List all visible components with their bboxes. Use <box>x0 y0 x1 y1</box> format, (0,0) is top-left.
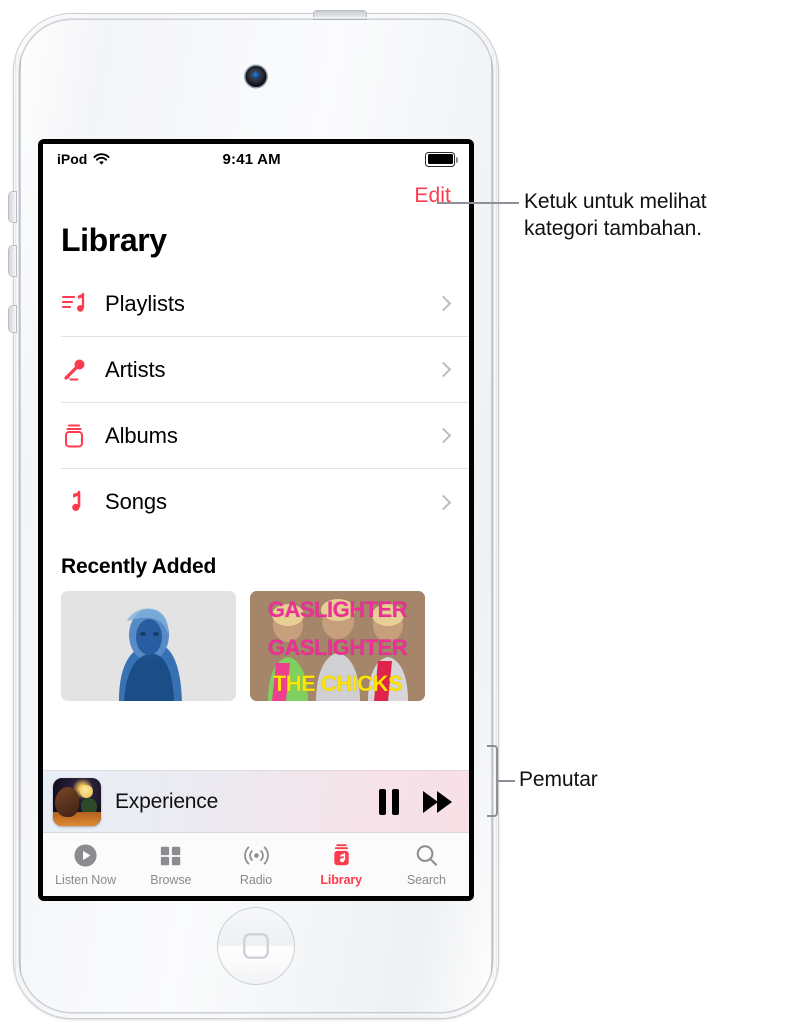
album-line-3: THE CHICKS <box>272 671 403 697</box>
player-callout-bracket <box>487 745 498 817</box>
music-note-icon <box>61 489 105 515</box>
volume-up-button[interactable] <box>9 192 16 222</box>
microphone-icon <box>61 357 105 383</box>
volume-down-button[interactable] <box>9 246 16 276</box>
status-right <box>393 151 458 167</box>
battery-full-icon <box>425 151 458 167</box>
status-time: 9:41 AM <box>222 150 281 168</box>
play-circle-icon <box>73 842 98 868</box>
library-label: Playlists <box>105 290 185 316</box>
now-playing-title: Experience <box>115 789 219 813</box>
page-title: Library <box>61 222 167 258</box>
recently-added-row: GASLIGHTER GASLIGHTER THE CHICKS <box>43 591 469 701</box>
blue-portrait-album-art[interactable] <box>61 591 236 701</box>
front-camera <box>245 66 267 87</box>
power-button[interactable] <box>314 11 366 19</box>
edit-row: Edit <box>43 174 469 208</box>
gaslighter-album-art[interactable]: GASLIGHTER GASLIGHTER THE CHICKS <box>250 591 425 701</box>
chevron-right-icon <box>435 295 452 312</box>
tab-browse[interactable]: Browse <box>128 842 213 887</box>
library-row-playlists[interactable]: Playlists <box>61 271 469 337</box>
library-icon <box>329 842 354 868</box>
chevron-right-icon <box>435 494 452 510</box>
carrier-label: iPod <box>57 151 88 167</box>
tab-label: Search <box>406 873 446 887</box>
tab-search[interactable]: Search <box>384 842 469 887</box>
library-label: Albums <box>105 422 178 448</box>
tab-label: Listen Now <box>55 873 117 887</box>
library-label: Artists <box>105 356 166 382</box>
library-row-artists[interactable]: Artists <box>61 337 469 403</box>
edit-callout-text: Ketuk untuk melihat kategori tambahan. <box>524 188 707 243</box>
now-playing-controls <box>379 788 453 815</box>
tab-radio[interactable]: Radio <box>213 842 298 887</box>
library-label: Songs <box>105 489 167 514</box>
tab-library[interactable]: Library <box>299 842 384 887</box>
recently-added-title: Recently Added <box>61 555 217 578</box>
tab-listen-now[interactable]: Listen Now <box>43 842 128 887</box>
library-row-albums[interactable]: Albums <box>61 403 469 469</box>
status-bar: iPod 9:41 AM <box>43 144 469 174</box>
edit-callout-line-1: Ketuk untuk melihat <box>524 190 707 213</box>
pause-icon[interactable] <box>379 788 399 815</box>
wifi-icon <box>93 152 110 166</box>
screenshot-root: iPod 9:41 AM Edit Library Playlists Arti… <box>0 0 798 1032</box>
status-left: iPod <box>57 151 110 167</box>
edit-callout-leader <box>437 202 519 204</box>
search-icon <box>414 842 439 868</box>
screen-content: Edit Library Playlists Artists Albums So… <box>43 174 469 832</box>
moon-shape <box>80 784 93 798</box>
library-row-songs[interactable]: Songs <box>61 469 469 535</box>
album-stack-icon <box>61 423 105 449</box>
side-button[interactable] <box>9 306 16 332</box>
playlist-note-icon <box>61 291 105 317</box>
night-moon-album-art <box>53 777 101 826</box>
tab-label: Browse <box>150 873 192 887</box>
chevron-right-icon <box>435 427 452 444</box>
edit-callout-line-2: kategori tambahan. <box>524 217 702 241</box>
album-line-1: GASLIGHTER <box>267 597 408 623</box>
album-line-2: GASLIGHTER <box>267 635 408 661</box>
now-playing-bar[interactable]: Experience <box>43 770 469 832</box>
player-callout-text: Pemutar <box>519 768 598 791</box>
figure-shape <box>55 786 79 817</box>
grid-squares-icon <box>159 842 183 868</box>
tab-label: Library <box>320 873 363 887</box>
chevron-right-icon <box>435 361 452 378</box>
fast-forward-icon[interactable] <box>423 790 453 813</box>
device-right-edge <box>491 54 497 978</box>
tab-bar: Listen Now Browse Radio Library Search <box>43 832 469 896</box>
player-callout-leader <box>498 780 515 782</box>
home-button[interactable] <box>217 907 295 985</box>
tab-label: Radio <box>239 873 273 887</box>
ipod-touch-device: iPod 9:41 AM Edit Library Playlists Arti… <box>9 11 498 1018</box>
device-screen: iPod 9:41 AM Edit Library Playlists Arti… <box>43 144 469 896</box>
radio-waves-icon <box>242 842 271 868</box>
screen-bezel: iPod 9:41 AM Edit Library Playlists Arti… <box>38 139 474 901</box>
library-list: Playlists Artists Albums Songs <box>43 271 469 535</box>
